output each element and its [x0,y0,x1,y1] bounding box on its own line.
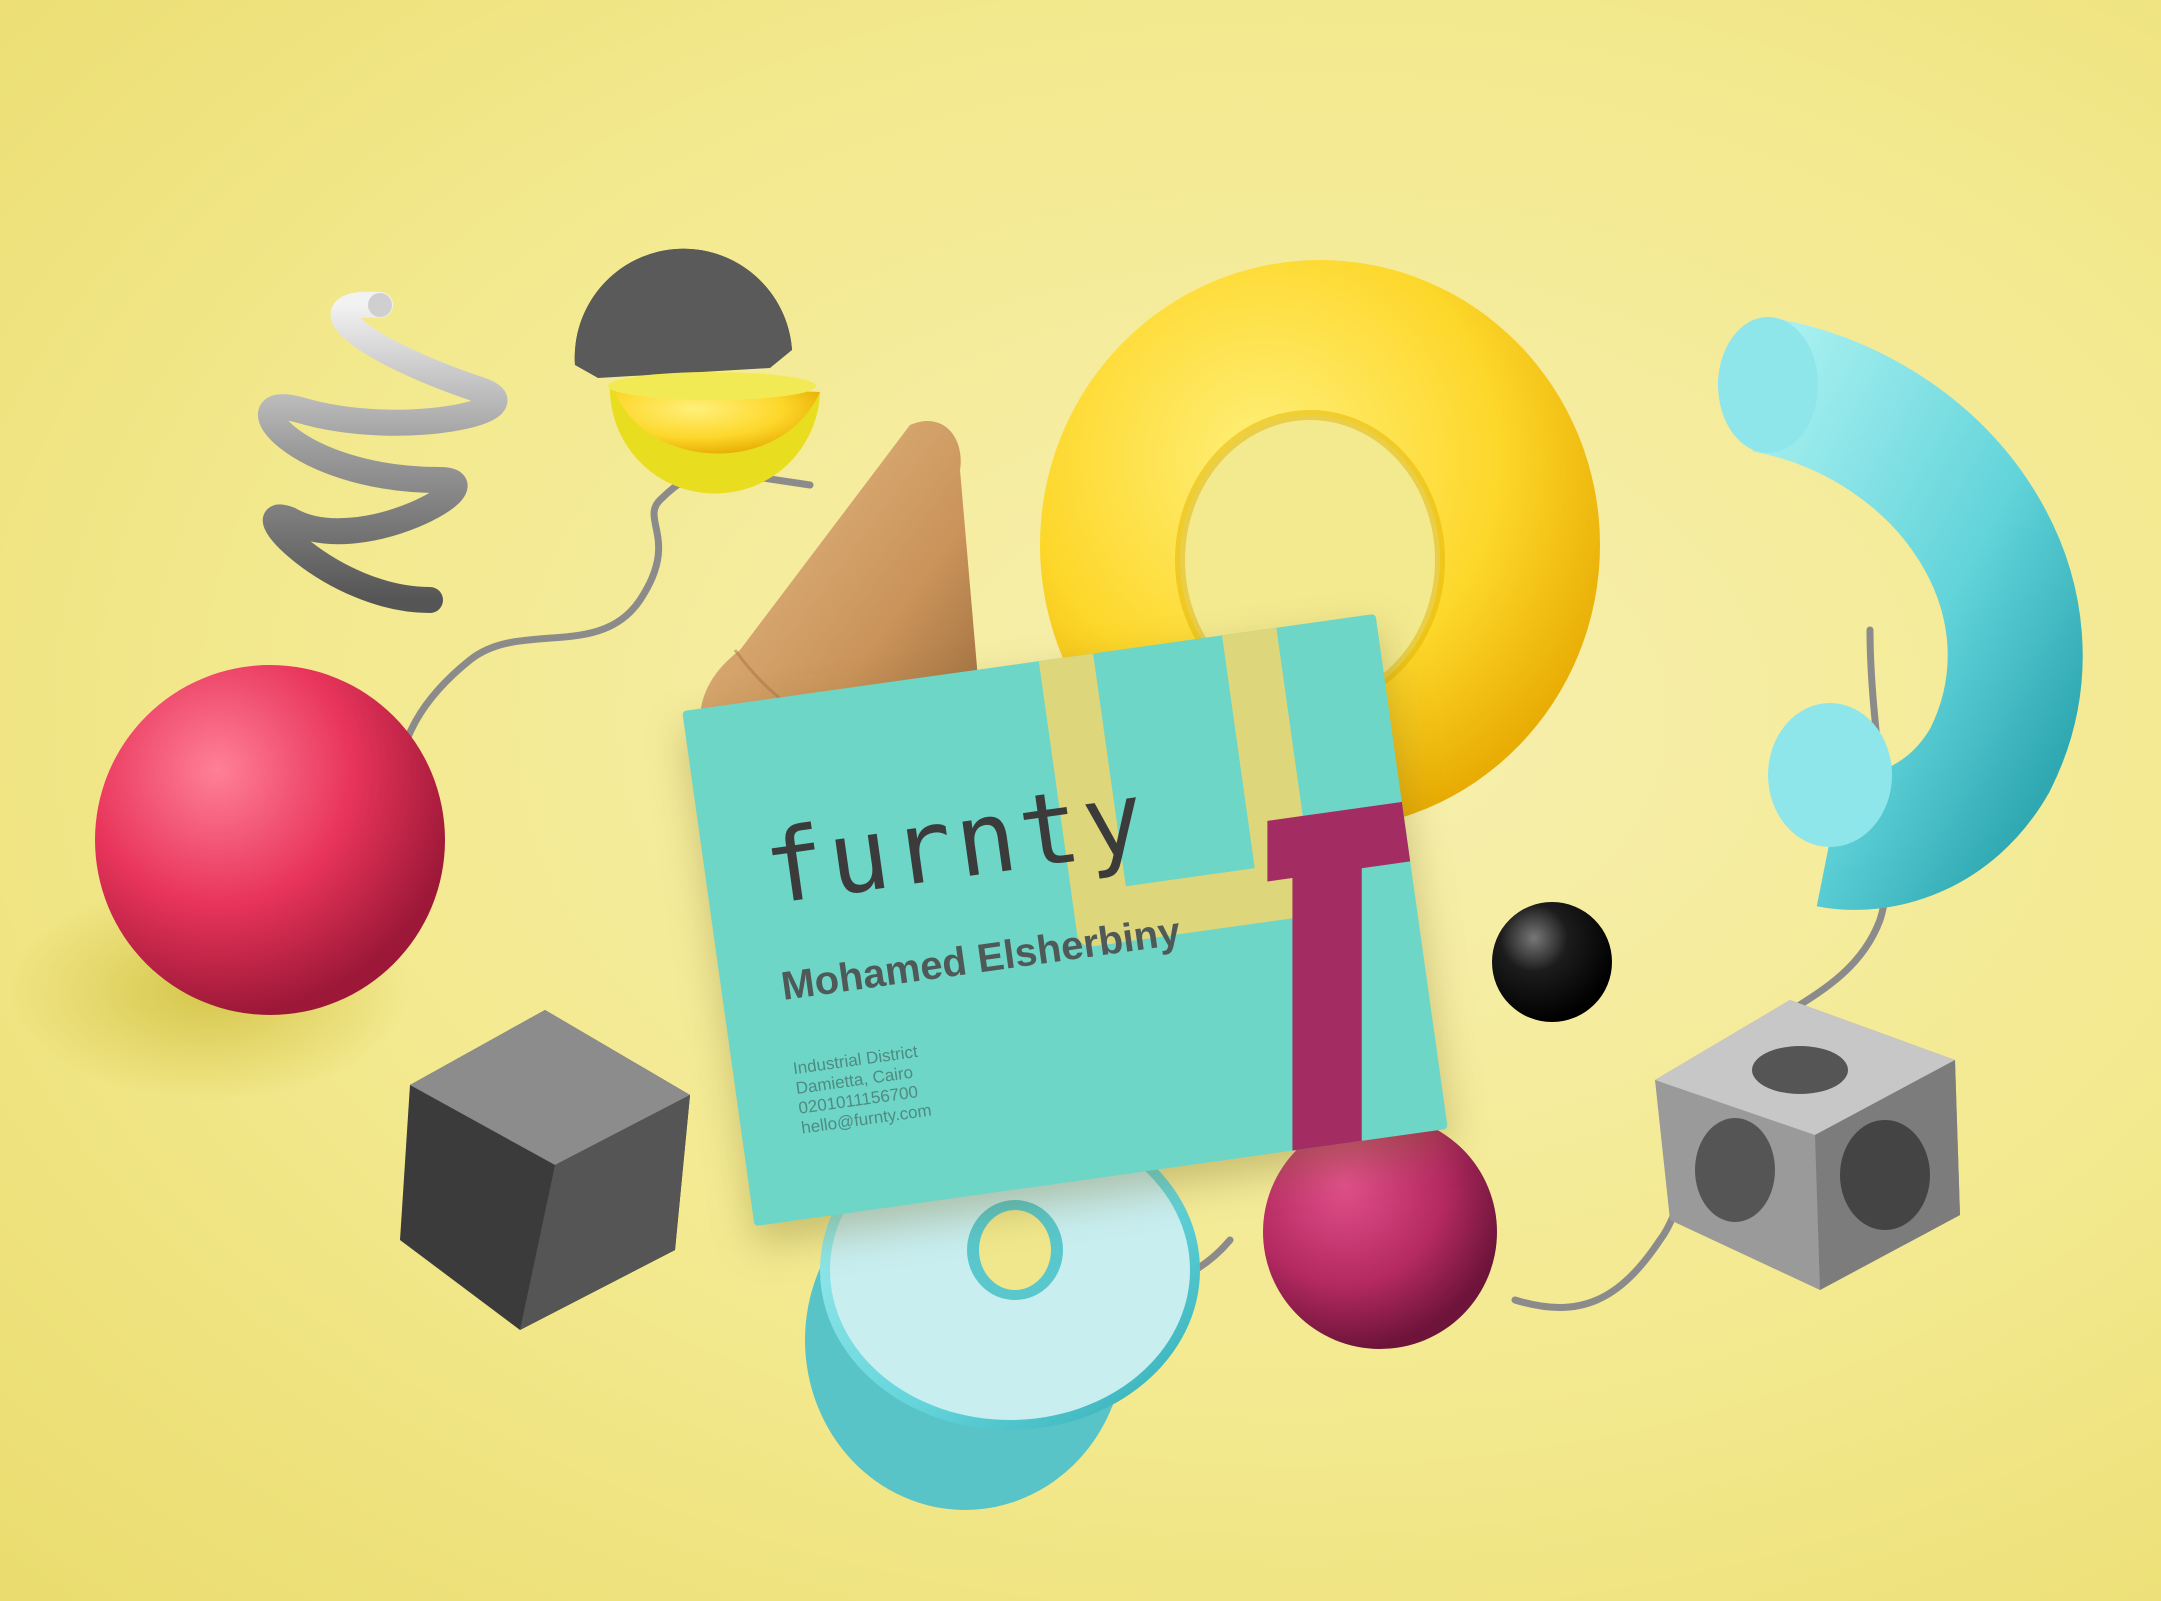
business-card: furnty Mohamed Elsherbiny Industrial Dis… [682,613,1448,1227]
magenta-sphere [1263,1115,1497,1349]
metal-lattice-cube [1655,1000,1960,1290]
card-name: Mohamed Elsherbiny [778,909,1184,1009]
gray-cube [400,1010,690,1330]
background: furnty Mohamed Elsherbiny Industrial Dis… [0,0,2161,1601]
cyan-tube [1718,317,2083,910]
card-contact-info: Industrial District Damietta, Cairo 0201… [792,1041,933,1138]
half-spheres [574,248,820,494]
silver-spring [258,291,508,613]
black-sphere [1492,902,1612,1022]
pink-sphere [95,665,445,1015]
